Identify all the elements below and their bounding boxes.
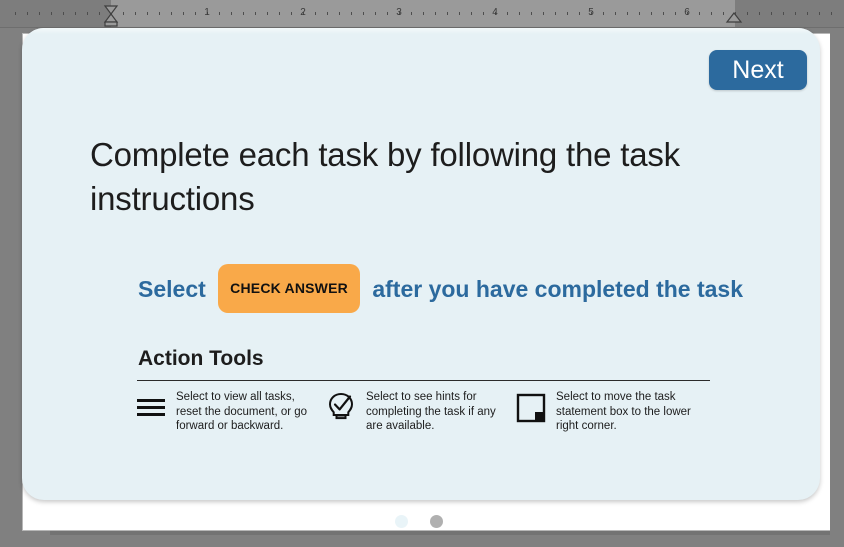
ruler-number-4: 4 [492,7,498,18]
ruler-tick [39,12,40,15]
ruler-tick [339,12,340,15]
ruler-tick [471,12,472,15]
right-indent-marker[interactable] [725,11,743,25]
ruler-tick [519,12,520,15]
ruler-tick [147,12,148,15]
next-button[interactable]: Next [709,50,807,90]
ruler-tick [675,12,676,15]
ruler-tick [639,12,640,15]
ruler-tick [783,12,784,15]
ruler-tick [411,12,412,15]
ruler-number-6: 6 [684,7,690,18]
ruler-tick [447,12,448,15]
ruler-tick [723,12,724,15]
ruler-tick [87,12,88,15]
ruler-tick [747,12,748,15]
ruler-tick [795,12,796,15]
pagination-dots [395,515,443,528]
page-title: Complete each task by following the task… [90,136,680,217]
ruler-tick [243,12,244,15]
ruler-left-margin[interactable] [0,0,111,27]
ruler-tick [27,12,28,15]
action-tool-item[interactable]: Select to view all tasks, reset the docu… [133,390,323,434]
ruler-tick [63,12,64,15]
ruler-tick [531,12,532,15]
pagination-dot-2[interactable] [430,515,443,528]
ruler-tick [711,12,712,15]
ruler-tick [75,12,76,15]
right-gutter [830,28,844,547]
ruler-tick [135,12,136,15]
action-tool-label: Select to move the task statement box to… [556,391,691,432]
action-tools-list: Select to view all tasks, reset the docu… [133,390,733,434]
lightbulb-check-icon[interactable] [323,390,359,426]
ruler-tick [363,12,364,15]
ruler-tick [543,12,544,15]
ruler-tick [231,12,232,15]
ruler-tick [831,12,832,15]
action-tools-divider [137,380,710,381]
ruler-tick [819,12,820,15]
select-prefix-text: Select [138,276,206,302]
ruler-tick [663,12,664,15]
ruler-tick [387,12,388,15]
ruler-number-2: 2 [300,7,306,18]
ruler-tick [315,12,316,15]
action-tool-item[interactable]: Select to move the task statement box to… [513,390,703,434]
app-root: 1 2 3 4 5 6 Next Complete each task by follow… [0,0,844,547]
ruler-tick [651,12,652,15]
ruler-tick [483,12,484,15]
ruler-tick [351,12,352,15]
action-tool-label: Select to view all tasks, reset the docu… [176,391,308,432]
ruler-tick [183,12,184,15]
first-line-indent-marker[interactable] [102,3,120,27]
check-answer-badge[interactable]: CHECK ANSWER [218,264,360,313]
ruler-number-1: 1 [204,7,210,18]
ruler-ticks: 1 2 3 4 5 6 [0,0,844,27]
ruler-tick [627,12,628,15]
ruler-tick [327,12,328,15]
check-answer-instruction: Select CHECK ANSWER after you have compl… [138,264,844,313]
pagination-dot-1[interactable] [395,515,408,528]
ruler-number-3: 3 [396,7,402,18]
ruler-tick [771,12,772,15]
ruler-tick [171,12,172,15]
ruler-tick [459,12,460,15]
ruler-tick [375,12,376,15]
ruler-tick [195,12,196,15]
action-tools-heading: Action Tools [138,347,264,370]
ruler-tick [51,12,52,15]
ruler-tick [807,12,808,15]
ruler-tick [423,12,424,15]
ruler-tick [219,12,220,15]
move-box-corner-icon[interactable] [513,390,549,426]
select-suffix-text: after you have completed the task [372,276,744,302]
ruler-tick [15,12,16,15]
ruler-tick [699,12,700,15]
ruler-tick [123,12,124,15]
ruler-tick [159,12,160,15]
ruler-tick [435,12,436,15]
ruler-tick [759,12,760,15]
ruler-tick [279,12,280,15]
ruler-right-margin[interactable] [735,0,844,27]
ruler-tick [267,12,268,15]
ruler-tick [615,12,616,15]
action-tool-label: Select to see hints for completing the t… [366,391,496,432]
ruler-tick [255,12,256,15]
ruler-number-5: 5 [588,7,594,18]
ruler-tick [291,12,292,15]
ruler-tick [99,12,100,15]
ruler-tick [507,12,508,15]
ruler-tick [579,12,580,15]
horizontal-ruler[interactable]: 1 2 3 4 5 6 [0,0,844,28]
hamburger-menu-icon[interactable] [133,390,169,426]
ruler-tick [555,12,556,15]
card-top-gloss [22,28,820,34]
action-tool-item[interactable]: Select to see hints for completing the t… [323,390,513,434]
ruler-tick [603,12,604,15]
ruler-tick [567,12,568,15]
